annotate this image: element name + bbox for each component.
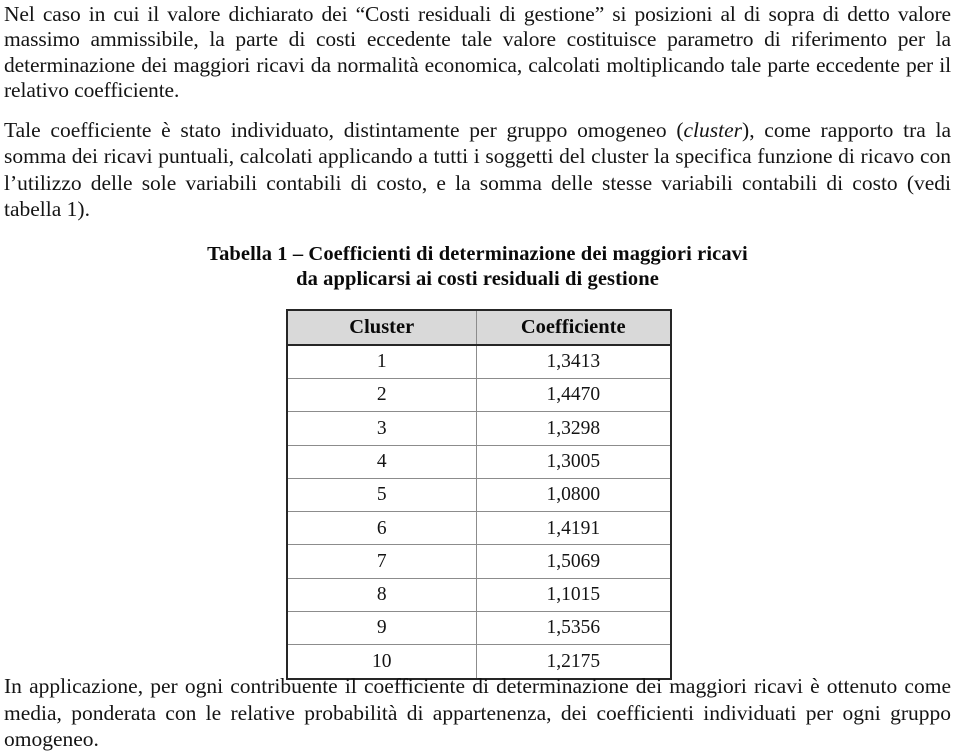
italic-term-cluster: cluster <box>683 117 743 142</box>
bottom-paragraph-wrapper: In applicazione, per ogni contribuente i… <box>4 673 951 753</box>
table-row: 6 1,4191 <box>286 511 671 546</box>
cell-coefficiente: 1,5069 <box>476 544 671 579</box>
cell-coefficiente: 1,1015 <box>476 578 671 613</box>
paragraph-applicazione: In applicazione, per ogni contribuente i… <box>4 674 951 752</box>
cell-coefficiente: 1,3298 <box>476 411 671 446</box>
table-row: 9 1,5356 <box>286 611 671 646</box>
table-head: Cluster Coefficiente <box>286 309 671 346</box>
cell-coefficiente: 1,3005 <box>476 445 671 479</box>
table-row: 3 1,3298 <box>286 411 671 446</box>
cell-cluster: 5 <box>286 478 477 513</box>
cell-coefficiente: 1,4470 <box>476 378 671 413</box>
table-row: 5 1,0800 <box>286 478 671 513</box>
document-page: Nel caso in cui il valore dichiarato dei… <box>0 0 959 753</box>
paragraph-costi-residuali: Nel caso in cui il valore dichiarato dei… <box>4 2 951 103</box>
cell-cluster: 7 <box>286 544 477 579</box>
table-row: 8 1,1015 <box>286 578 671 613</box>
cell-coefficiente: 1,3413 <box>476 344 671 379</box>
paragraph-2-text-before-italic: Tale coefficiente è stato individuato, d… <box>4 117 684 142</box>
table-section: Tabella 1 – Coefficienti di determinazio… <box>4 242 951 680</box>
column-header-cluster: Cluster <box>286 309 477 346</box>
table-caption-line-2: da applicarsi ai costi residuali di gest… <box>296 267 659 290</box>
table-caption: Tabella 1 – Coefficienti di determinazio… <box>4 242 951 292</box>
cell-cluster: 2 <box>286 378 477 413</box>
coefficienti-table: Cluster Coefficiente 1 1,3413 2 1,4470 3 1,32… <box>285 308 672 680</box>
column-header-coefficiente: Coefficiente <box>476 309 671 346</box>
table-body: 1 1,3413 2 1,4470 3 1,3298 4 1,3005 5 1,0800 6 1,41… <box>286 344 671 679</box>
cell-cluster: 9 <box>286 611 477 646</box>
cell-coefficiente: 1,5356 <box>476 611 671 646</box>
paragraph-coefficiente-cluster: Tale coefficiente è stato individuato, d… <box>4 104 951 223</box>
cell-cluster: 6 <box>286 511 477 546</box>
table-row: 1 1,3413 <box>286 344 671 379</box>
table-row: 4 1,3005 <box>286 445 671 479</box>
cell-cluster: 1 <box>286 344 477 379</box>
table-caption-line-1: Tabella 1 – Coefficienti di determinazio… <box>207 242 748 265</box>
table-wrapper: Cluster Coefficiente 1 1,3413 2 1,4470 3 1,32… <box>285 292 672 680</box>
cell-cluster: 8 <box>286 578 477 613</box>
cell-coefficiente: 1,0800 <box>476 478 671 513</box>
cell-cluster: 3 <box>286 411 477 446</box>
table-row: 7 1,5069 <box>286 544 671 579</box>
cell-cluster: 4 <box>286 445 477 479</box>
table-row: 2 1,4470 <box>286 378 671 413</box>
cell-coefficiente: 1,4191 <box>476 511 671 546</box>
table-header-row: Cluster Coefficiente <box>286 309 671 346</box>
